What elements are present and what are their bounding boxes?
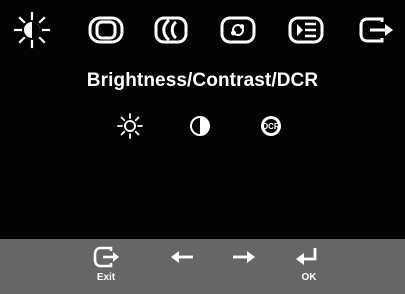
exit-label: Exit bbox=[96, 272, 116, 283]
right-arrow-icon bbox=[233, 251, 255, 263]
osd-window: Brightness/Contrast/DCR DCR Exit OK bbox=[0, 0, 405, 294]
menu-title: Brightness/Contrast/DCR bbox=[86, 70, 319, 91]
tab-image-properties[interactable] bbox=[150, 10, 194, 50]
enter-icon bbox=[296, 248, 317, 265]
contrast-icon bbox=[190, 116, 210, 136]
tab-image-position[interactable] bbox=[84, 10, 128, 50]
bottom-control-bar: Exit OK bbox=[0, 239, 405, 294]
left-arrow-icon bbox=[171, 251, 193, 263]
sub-option-contrast[interactable] bbox=[186, 112, 214, 140]
tab-exit[interactable] bbox=[354, 10, 398, 50]
menu-icon bbox=[288, 16, 324, 44]
exit-icon bbox=[93, 246, 119, 268]
sun-icon bbox=[13, 11, 51, 49]
tab-options[interactable] bbox=[216, 10, 260, 50]
exit-button[interactable]: Exit bbox=[83, 243, 129, 291]
dcr-icon: DCR bbox=[261, 116, 281, 136]
sub-option-dcr[interactable]: DCR bbox=[257, 112, 285, 140]
right-button[interactable] bbox=[220, 243, 266, 291]
ok-label: OK bbox=[301, 272, 317, 283]
top-tab-bar bbox=[0, 0, 405, 58]
tab-menu[interactable] bbox=[284, 10, 328, 50]
left-button[interactable] bbox=[160, 243, 206, 291]
ok-button[interactable]: OK bbox=[286, 243, 332, 291]
sub-option-row: DCR bbox=[0, 112, 405, 146]
image-properties-icon bbox=[154, 16, 188, 44]
exit-icon bbox=[359, 17, 393, 43]
options-icon bbox=[220, 16, 256, 44]
image-position-icon bbox=[88, 16, 124, 44]
sub-option-brightness[interactable] bbox=[116, 112, 144, 140]
brightness-icon bbox=[117, 113, 143, 139]
tab-brightness[interactable] bbox=[10, 10, 54, 50]
dcr-mark: DCR bbox=[262, 122, 280, 131]
